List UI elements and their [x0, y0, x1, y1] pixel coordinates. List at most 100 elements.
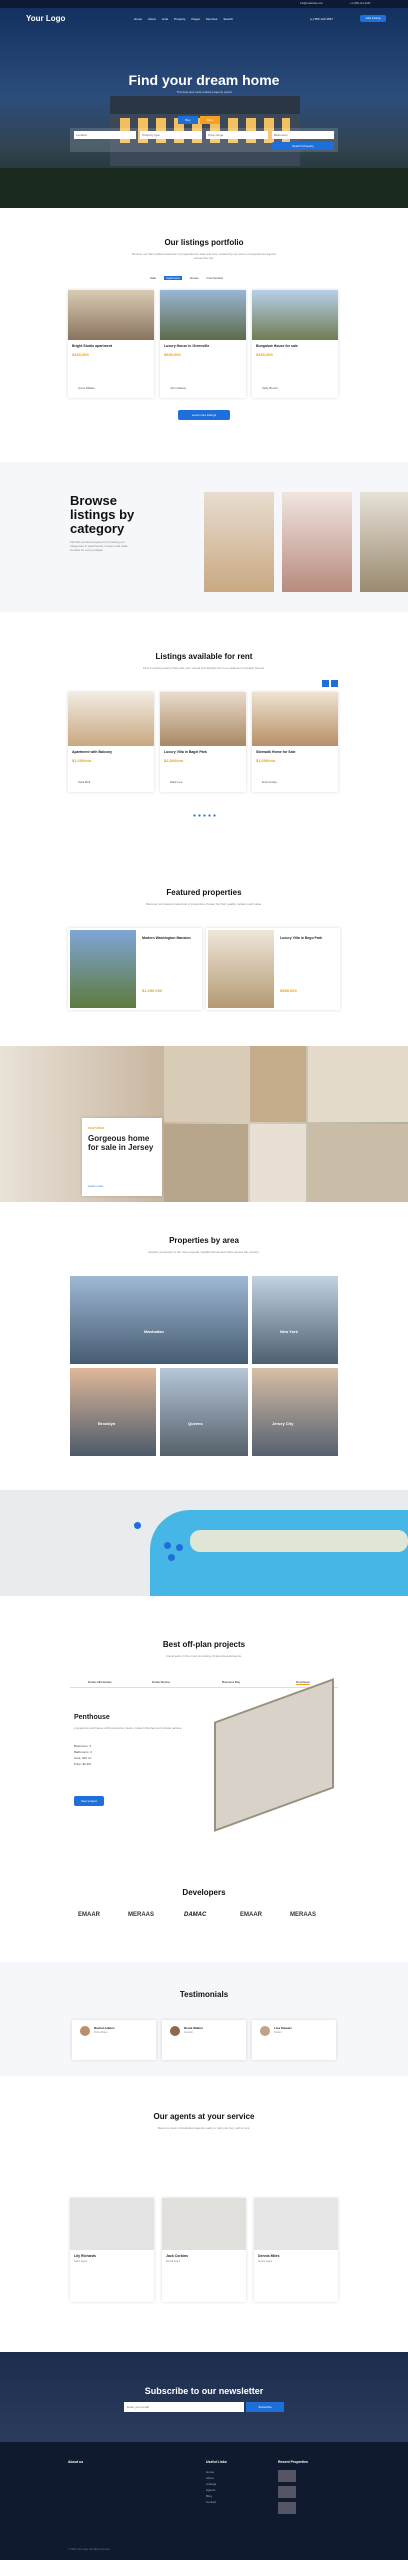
areas-title: Properties by area [169, 1236, 239, 1245]
footer-link[interactable]: Listings [206, 2482, 216, 2486]
category-image-houses[interactable] [282, 492, 352, 592]
developer-logo[interactable]: MERAAS [128, 1912, 154, 1918]
agent-card[interactable]: Lily Richards Sales Agent [70, 2198, 154, 2302]
map-marker[interactable] [176, 1544, 183, 1551]
nav-pages[interactable]: Pages [191, 17, 200, 21]
listing-card[interactable]: Bright Studio apartment $320,000 Anna Wa… [68, 290, 154, 398]
footer-thumb[interactable] [278, 2502, 296, 2514]
topbar-phone[interactable]: +1 (456) 111-2233 [350, 2, 370, 5]
featured-card[interactable]: Modern Washington Mansion $1,250,000 [68, 928, 202, 1010]
rent-next-arrow[interactable] [331, 680, 338, 687]
load-more-button[interactable]: Load more listings [178, 410, 230, 420]
add-listing-button[interactable]: Add Listing [360, 15, 386, 22]
offplan-tab[interactable]: Dubai Marina [152, 1680, 170, 1684]
footer-link[interactable]: Blog [206, 2494, 212, 2498]
gallery-image[interactable] [164, 1124, 248, 1202]
featured-card-title[interactable]: Luxury Villa in Bego Park [280, 936, 336, 940]
area-tile[interactable]: Brooklyn [70, 1368, 156, 1456]
area-tile[interactable]: Queens [160, 1368, 248, 1456]
listing-card[interactable]: Luxury House in Greenville $690,000 John… [160, 290, 246, 398]
footer-link[interactable]: About [206, 2476, 214, 2480]
footer-link[interactable]: Contact [206, 2500, 216, 2504]
rent-card[interactable]: Sidewalk Home for Sale $1,650/mo Emma Ra… [252, 692, 338, 792]
gallery-image[interactable] [164, 1046, 248, 1122]
map-marker[interactable] [134, 1522, 141, 1529]
category-image-villas[interactable] [360, 492, 408, 592]
category-image-apartments[interactable] [204, 492, 274, 592]
rent-card-agent[interactable]: Sara Bell [78, 780, 90, 784]
footer-link[interactable]: Home [206, 2470, 214, 2474]
footer-thumb[interactable] [278, 2486, 296, 2498]
rent-card-agent[interactable]: Emma Ray [262, 780, 277, 784]
footer-link[interactable]: Agents [206, 2488, 215, 2492]
listing-card[interactable]: Bungalow House for sale $450,000 Kelly B… [252, 290, 338, 398]
gallery-image[interactable] [250, 1124, 306, 1202]
rent-card-agent[interactable]: Mark Lee [170, 780, 183, 784]
newsletter-email-input[interactable] [124, 2402, 244, 2412]
nav-home[interactable]: Home [134, 17, 142, 21]
listing-agent[interactable]: Anna Walker [78, 386, 95, 390]
gallery-image[interactable] [308, 1124, 408, 1202]
map-marker[interactable] [168, 1554, 175, 1561]
nav-services[interactable]: Services [206, 17, 218, 21]
tab-commercial[interactable]: Commercial [207, 276, 223, 280]
listing-title[interactable]: Bungalow House for sale [256, 344, 298, 348]
footer-col-title: About us [68, 2460, 84, 2464]
footer-thumb[interactable] [278, 2470, 296, 2482]
agent-name[interactable]: Jack Corbins [166, 2254, 188, 2258]
map[interactable] [0, 1490, 408, 1596]
nav-search[interactable]: Search [223, 17, 233, 21]
rent-card-title[interactable]: Sidewalk Home for Sale [256, 750, 296, 754]
offplan-tab[interactable]: Business Bay [222, 1680, 240, 1684]
nav-lists[interactable]: Lists [162, 17, 168, 21]
developer-logo[interactable]: MERAAS [290, 1912, 316, 1918]
hero-tab-rent[interactable]: Rent [200, 116, 220, 124]
tab-house[interactable]: House [190, 276, 199, 280]
view-project-button[interactable]: View project [74, 1796, 104, 1806]
tab-sale[interactable]: Sale [150, 276, 156, 280]
rent-prev-arrow[interactable] [322, 680, 329, 687]
newsletter-title: Subscribe to our newsletter [144, 2386, 264, 2396]
location-field[interactable]: Location [74, 131, 136, 139]
featured-card-title[interactable]: Modern Washington Mansion [142, 936, 198, 940]
price-range-field[interactable]: Price range [206, 131, 268, 139]
newsletter-section [0, 2352, 408, 2442]
nav-about[interactable]: About [148, 17, 156, 21]
logo[interactable]: Your Logo [26, 14, 65, 23]
map-marker[interactable] [164, 1542, 171, 1549]
listing-agent[interactable]: John Mason [170, 386, 186, 390]
offplan-tab-active[interactable]: Downtown [296, 1680, 311, 1685]
tab-apartment[interactable]: Apartment [164, 276, 182, 280]
area-tile[interactable]: Jersey City [252, 1368, 338, 1456]
agent-name[interactable]: Lily Richards [74, 2254, 96, 2258]
listing-title[interactable]: Bright Studio apartment [72, 344, 112, 348]
bedrooms-field[interactable]: Bedrooms [272, 131, 334, 139]
featured-card[interactable]: Luxury Villa in Bego Park $980,000 [206, 928, 340, 1010]
area-tile[interactable]: New York [252, 1276, 338, 1364]
developer-logo[interactable]: DAMAC [184, 1912, 206, 1918]
rent-card-title[interactable]: Luxury Villa in Bagel Park [164, 750, 207, 754]
developer-logo[interactable]: EMAAR [240, 1912, 262, 1918]
gallery-link[interactable]: Learn more [88, 1184, 103, 1188]
offplan-tab[interactable]: Dubai Hills Estate [88, 1680, 112, 1684]
listing-agent[interactable]: Kelly Brown [262, 386, 278, 390]
rent-card[interactable]: Apartment with Balcony $1,200/mo Sara Be… [68, 692, 154, 792]
agent-name[interactable]: Dennis Miles [258, 2254, 279, 2258]
gallery-image[interactable] [250, 1046, 306, 1122]
hero-tab-buy[interactable]: Buy [178, 116, 198, 124]
topbar-email[interactable]: info@realestate.com [300, 2, 323, 5]
agent-card[interactable]: Dennis Miles Senior Agent [254, 2198, 338, 2302]
area-tile[interactable]: Manhattan [70, 1276, 248, 1364]
developer-logo[interactable]: EMAAR [78, 1912, 100, 1918]
rent-pagination[interactable] [192, 814, 216, 817]
nav-property[interactable]: Property [174, 17, 185, 21]
rent-card-title[interactable]: Apartment with Balcony [72, 750, 112, 754]
rent-card[interactable]: Luxury Villa in Bagel Park $2,800/mo Mar… [160, 692, 246, 792]
gallery-image[interactable] [308, 1046, 408, 1122]
property-type-field[interactable]: Property type [140, 131, 202, 139]
subscribe-button[interactable]: Subscribe [246, 2402, 284, 2412]
listing-title[interactable]: Luxury House in Greenville [164, 344, 209, 348]
search-property-button[interactable]: Search Property [272, 142, 334, 150]
nav-phone[interactable]: (+) 555 123 4567 [310, 17, 333, 21]
agent-card[interactable]: Jack Corbins Rental Agent [162, 2198, 246, 2302]
